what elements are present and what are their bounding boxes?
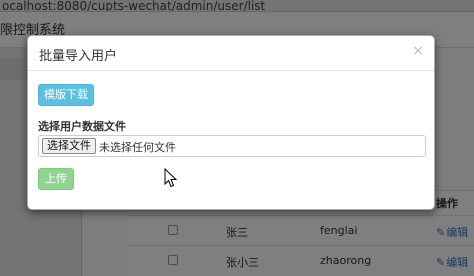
mouse-pointer-icon: [164, 168, 178, 188]
template-download-button[interactable]: 模版下载: [38, 84, 94, 106]
close-icon[interactable]: ×: [412, 44, 424, 58]
choose-file-button[interactable]: 选择文件: [42, 138, 96, 154]
modal-header: 批量导入用户 ×: [28, 36, 434, 71]
file-status-text: 未选择任何文件: [99, 141, 176, 154]
modal-title: 批量导入用户: [39, 49, 118, 64]
file-field-label: 选择用户数据文件: [38, 120, 126, 133]
file-input[interactable]: 选择文件 未选择任何文件: [38, 135, 426, 157]
import-users-modal: 批量导入用户 × 模版下载 选择用户数据文件 选择文件 未选择任何文件 上传: [27, 35, 435, 210]
upload-button[interactable]: 上传: [38, 168, 74, 190]
